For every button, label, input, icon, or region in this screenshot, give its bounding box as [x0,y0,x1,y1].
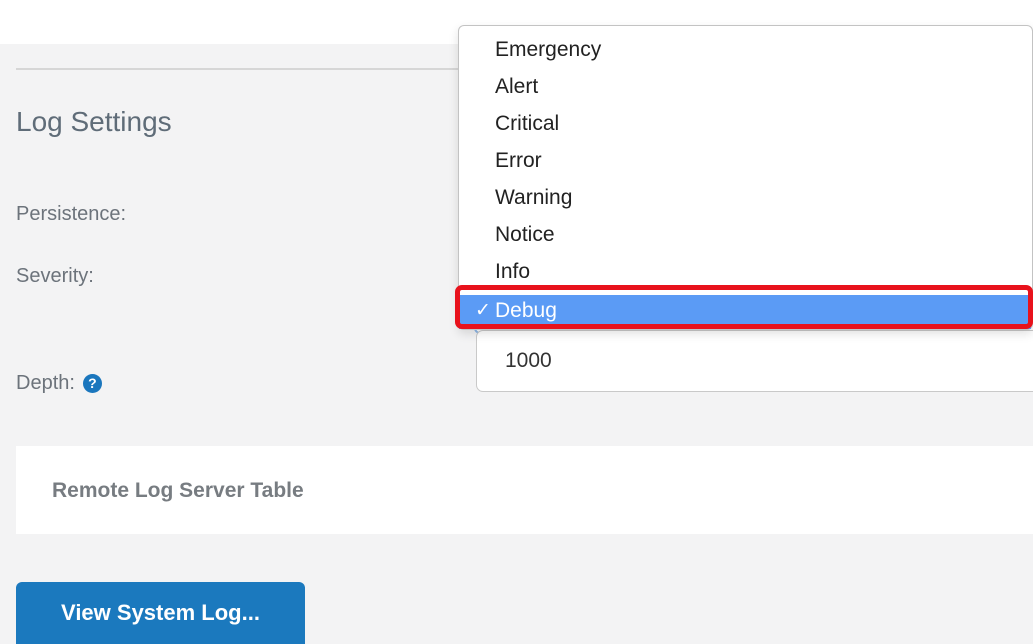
option-debug[interactable]: ✓ Debug [459,295,1031,329]
help-icon[interactable]: ? [82,374,102,393]
severity-label: Severity: [16,265,94,287]
remote-log-server-panel: Remote Log Server Table [16,446,1033,534]
option-notice[interactable]: Notice [459,221,1032,258]
severity-dropdown-menu: Emergency Alert Critical Error Warning N… [458,25,1033,330]
view-system-log-button[interactable]: View System Log... [16,582,305,644]
persistence-label: Persistence: [16,203,127,225]
option-critical[interactable]: Critical [459,110,1032,147]
option-emergency[interactable]: Emergency [459,36,1032,73]
option-alert[interactable]: Alert [459,73,1032,110]
page-title: Log Settings [16,106,172,137]
option-debug-label: Debug [495,299,557,322]
option-info[interactable]: Info [459,258,1032,295]
depth-label-group: Depth:? [16,372,102,395]
option-warning[interactable]: Warning [459,184,1032,221]
panel-title: Remote Log Server Table [52,479,304,502]
depth-input[interactable] [476,330,1033,392]
option-error[interactable]: Error [459,147,1032,184]
depth-label: Depth: [16,372,75,394]
check-icon: ✓ [475,300,491,321]
